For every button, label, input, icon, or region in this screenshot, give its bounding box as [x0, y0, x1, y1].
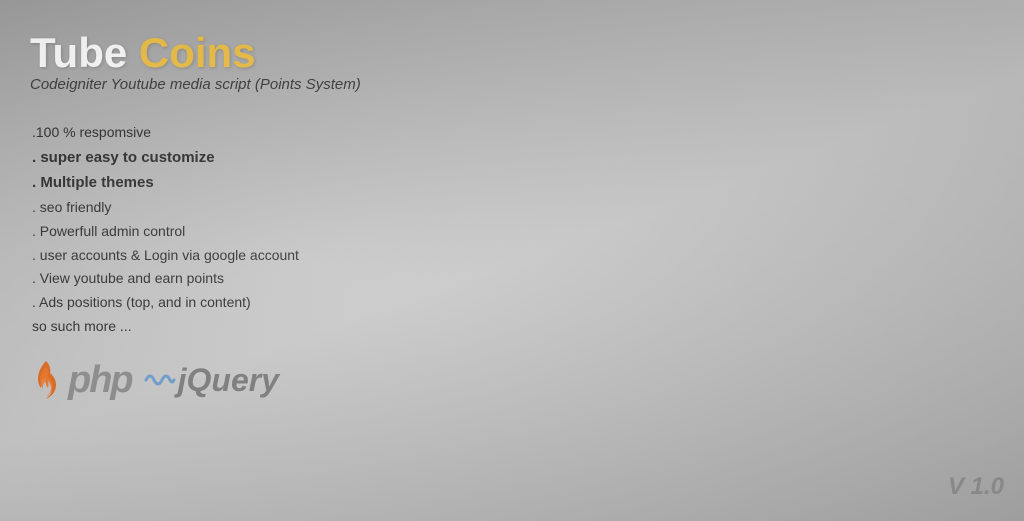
- feature-item: . super easy to customize: [30, 145, 430, 171]
- feature-item: . user accounts & Login via google accou…: [30, 244, 430, 268]
- jquery-text: jQuery: [178, 362, 279, 399]
- features-list: .100 % respomsive . super easy to custom…: [30, 121, 430, 339]
- feature-item: .100 % respomsive: [30, 121, 430, 145]
- app-subtitle: Codeigniter Youtube media script (Points…: [30, 76, 430, 93]
- tech-bar: php jQuery: [30, 359, 430, 402]
- php-logo: php: [30, 359, 132, 402]
- flame-icon: [30, 359, 62, 401]
- title-coins: Coins: [139, 29, 256, 76]
- feature-item: . Ads positions (top, and in content): [30, 291, 430, 315]
- version-badge: V 1.0: [948, 473, 1004, 501]
- feature-item: . Multiple themes: [30, 170, 430, 196]
- left-panel: Tube Coins Codeigniter Youtube media scr…: [0, 0, 460, 422]
- title-youtube: Tube: [30, 29, 127, 76]
- logo-area: Tube Coins Codeigniter Youtube media scr…: [30, 30, 430, 113]
- app-title: Tube Coins: [30, 30, 430, 76]
- feature-item: . Powerfull admin control: [30, 220, 430, 244]
- feature-item: . seo friendly: [30, 196, 430, 220]
- jquery-wave-icon: [142, 362, 178, 398]
- php-text: php: [68, 359, 132, 402]
- feature-item: so such more ...: [30, 315, 430, 339]
- jquery-logo: jQuery: [142, 362, 279, 399]
- feature-item: . View youtube and earn points: [30, 267, 430, 291]
